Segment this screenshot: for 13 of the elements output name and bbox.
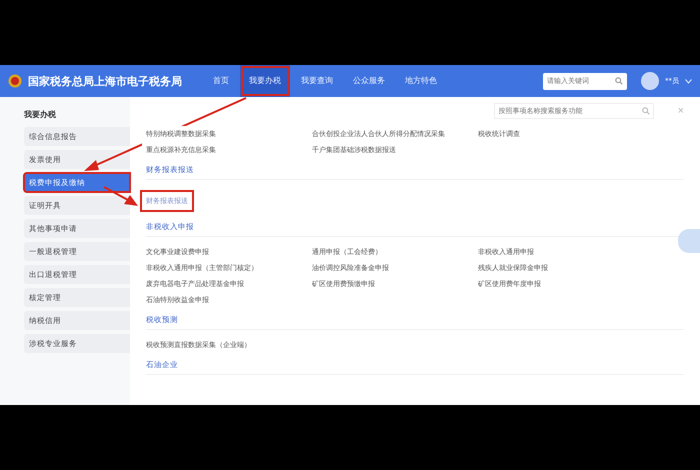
caret-icon[interactable] bbox=[685, 78, 692, 84]
emblem-icon bbox=[8, 74, 22, 88]
annotation-arrow bbox=[104, 186, 138, 206]
nav-tab[interactable]: 地方特色 bbox=[396, 65, 446, 97]
nav-tab[interactable]: 首页 bbox=[204, 65, 238, 97]
search-icon[interactable] bbox=[615, 77, 623, 85]
search-icon[interactable] bbox=[642, 107, 650, 115]
sidebar-title: 我要办税 bbox=[24, 109, 57, 120]
nav-tab[interactable]: 我要办税 bbox=[240, 65, 290, 97]
avatar-icon[interactable] bbox=[641, 72, 659, 90]
nav-tab[interactable]: 公众服务 bbox=[344, 65, 394, 97]
nav-tab[interactable]: 我要查询 bbox=[292, 65, 342, 97]
site-title: 国家税务总局上海市电子税务局 bbox=[28, 74, 182, 88]
